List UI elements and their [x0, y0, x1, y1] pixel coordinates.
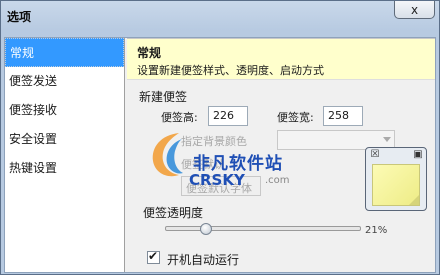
panel-header: 常规 设置新建便签样式、透明度、启动方式 — [127, 38, 435, 80]
note-height-input[interactable]: 226 — [208, 106, 248, 126]
note-height-label: 便签高: — [161, 111, 198, 124]
autostart-label: 开机自动运行 — [167, 253, 240, 267]
bg-color-checkbox-label: 指定背景颜色 — [181, 135, 247, 148]
autostart-checkbox[interactable]: ✔ — [147, 249, 160, 264]
note-width-input[interactable]: 258 — [323, 106, 363, 126]
sidebar-item-general[interactable]: 常规 — [5, 38, 124, 67]
window-title: 选项 — [7, 10, 32, 24]
page-fold-icon — [409, 195, 419, 205]
sticky-note-thumbnail — [372, 164, 420, 206]
sidebar: 常规 便签发送 便签接收 安全设置 热键设置 — [5, 38, 125, 272]
panel-description: 设置新建便签样式、透明度、启动方式 — [137, 64, 324, 77]
transparency-slider-track[interactable] — [165, 226, 361, 231]
checkmark-icon: ✔ — [148, 249, 159, 263]
panel-title: 常规 — [137, 46, 162, 60]
transparency-slider-thumb[interactable] — [200, 223, 213, 235]
options-window: 选项 x 常规 便签发送 便签接收 安全设置 热键设置 常规 设置新建便签样式、… — [0, 0, 440, 275]
new-note-group-label: 新建便签 — [139, 90, 188, 104]
default-font-button[interactable]: 便签默认字体 — [181, 176, 261, 196]
transparency-label: 便签透明度 — [143, 206, 204, 220]
title-bar[interactable]: 选项 x — [1, 1, 439, 31]
note-width-label: 便签宽: — [277, 111, 314, 124]
transparency-value: 21% — [365, 225, 388, 236]
sidebar-item-note-receive[interactable]: 便签接收 — [5, 96, 124, 125]
default-color-label: 便签默认 — [181, 158, 225, 171]
close-button[interactable]: x — [394, 1, 435, 19]
note-window-icon: ▣ — [413, 149, 423, 160]
note-preview: ☒ ▣ — [365, 147, 427, 211]
note-close-icon: ☒ — [370, 149, 380, 160]
sidebar-item-hotkeys[interactable]: 热键设置 — [5, 154, 124, 183]
sidebar-item-note-send[interactable]: 便签发送 — [5, 67, 124, 96]
sidebar-item-security[interactable]: 安全设置 — [5, 125, 124, 154]
chevron-down-icon — [383, 137, 391, 142]
close-icon: x — [410, 2, 419, 17]
